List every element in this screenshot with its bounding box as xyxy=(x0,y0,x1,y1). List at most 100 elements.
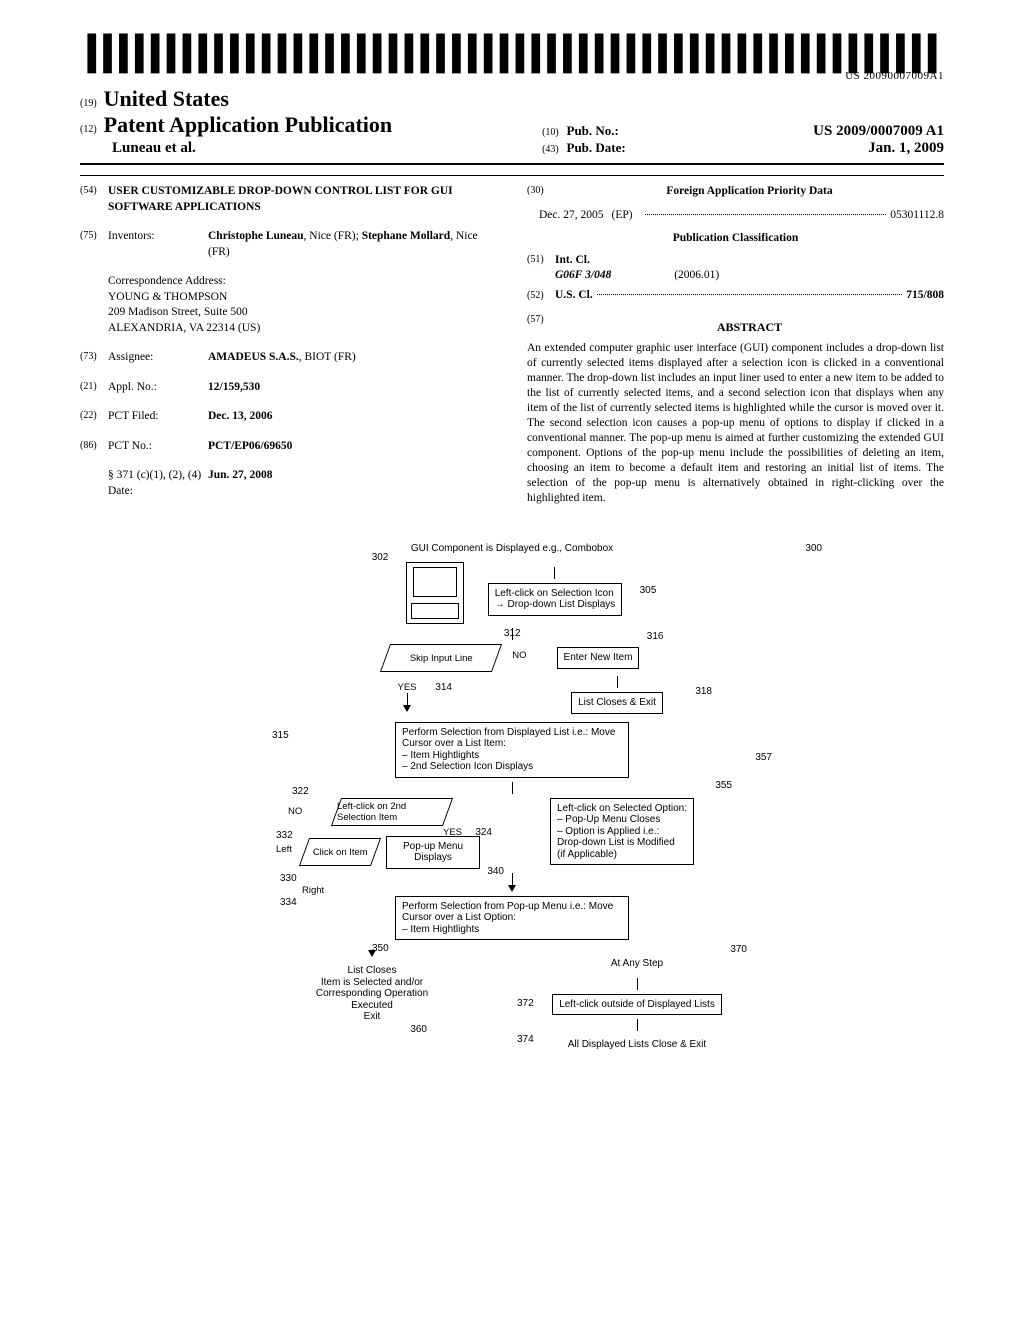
ref-314: 314 xyxy=(435,682,452,693)
intcl-code: G06F 3/048 xyxy=(555,269,611,281)
box-305: Left-click on Selection Icon → Drop-down… xyxy=(488,583,623,616)
applno-label: Appl. No.: xyxy=(108,380,208,396)
ref-322: 322 xyxy=(292,786,309,797)
inid-75: (75) xyxy=(80,229,108,260)
box-318: List Closes & Exit xyxy=(571,692,663,714)
box-355: Left-click on Selected Option: – Pop-Up … xyxy=(550,798,694,866)
pctno-value: PCT/EP06/69650 xyxy=(208,439,497,455)
inid-51: (51) xyxy=(527,253,555,284)
biblio-columns: (54) USER CUSTOMIZABLE DROP-DOWN CONTROL… xyxy=(80,184,944,513)
correspondence-city: ALEXANDRIA, VA 22314 (US) xyxy=(108,321,497,337)
uscl-value: 715/808 xyxy=(906,288,944,304)
inid-73: (73) xyxy=(80,350,108,366)
inid-22: (22) xyxy=(80,409,108,425)
ref-316: 316 xyxy=(647,631,664,642)
box-316: Enter New Item xyxy=(557,647,640,669)
ref-355: 355 xyxy=(715,780,732,791)
pub-date-label: Pub. Date: xyxy=(567,140,626,155)
dotted-leader xyxy=(597,294,903,295)
computer-icon xyxy=(406,562,464,624)
pub-no: US 2009/0007009 A1 xyxy=(813,123,944,140)
left-label: Left xyxy=(276,844,292,855)
decision-322: Left-click on 2nd Selection Item xyxy=(331,798,453,826)
foreign-priority-heading: Foreign Application Priority Data xyxy=(555,184,944,200)
authors-line: Luneau et al. xyxy=(112,140,522,157)
inid-12: (12) xyxy=(80,124,97,135)
header: (19) United States (12) Patent Applicati… xyxy=(80,86,944,157)
priority-country: (EP) xyxy=(612,208,633,224)
pub-date: Jan. 1, 2009 xyxy=(868,140,944,157)
uscl-label: U.S. Cl. xyxy=(555,288,593,304)
pub-no-label: Pub. No.: xyxy=(567,123,619,138)
intcl-year: (2006.01) xyxy=(674,269,719,281)
priority-date: Dec. 27, 2005 xyxy=(539,208,604,224)
correspondence-label: Correspondence Address: xyxy=(108,274,497,290)
abstract-body: An extended computer graphic user interf… xyxy=(527,341,944,505)
correspondence-name: YOUNG & THOMPSON xyxy=(108,290,497,306)
right-column: (30) Foreign Application Priority Data D… xyxy=(527,184,944,513)
left-column: (54) USER CUSTOMIZABLE DROP-DOWN CONTROL… xyxy=(80,184,497,513)
inid-52: (52) xyxy=(527,289,555,303)
divider-thin xyxy=(80,175,944,176)
country: United States xyxy=(104,86,229,111)
yes-label: YES xyxy=(397,682,416,693)
box-374: All Displayed Lists Close & Exit xyxy=(562,1035,712,1055)
inid-86: (86) xyxy=(80,439,108,455)
priority-appno: 05301112.8 xyxy=(890,208,944,224)
ref-370: 370 xyxy=(730,944,747,955)
ref-300: 300 xyxy=(805,543,822,554)
ref-312: 312 xyxy=(504,628,521,639)
dotted-leader xyxy=(645,214,887,215)
inid-57: (57) xyxy=(527,313,555,341)
decision-330: Click on Item xyxy=(299,838,381,866)
inid-21: (21) xyxy=(80,380,108,396)
box-372: Left-click outside of Displayed Lists xyxy=(552,994,722,1016)
box-370: At Any Step xyxy=(605,954,669,974)
inid-19: (19) xyxy=(80,98,97,109)
ref-330: 330 xyxy=(280,873,297,884)
inid-10: (10) xyxy=(542,127,559,138)
correspondence-street: 209 Madison Street, Suite 500 xyxy=(108,305,497,321)
pctfiled-value: Dec. 13, 2006 xyxy=(208,409,497,425)
no-label-2: NO xyxy=(288,806,302,817)
s371-label: § 371 (c)(1), (2), (4) Date: xyxy=(108,468,208,499)
inventors-label: Inventors: xyxy=(108,229,208,260)
ref-360: 360 xyxy=(410,1024,427,1035)
ref-302: 302 xyxy=(372,552,389,563)
publication-type: Patent Application Publication xyxy=(104,112,392,137)
box-315: Perform Selection from Displayed List i.… xyxy=(395,722,629,778)
ref-357: 357 xyxy=(755,752,772,763)
abstract-heading: ABSTRACT xyxy=(555,319,944,335)
box-360: List Closes Item is Selected and/or Corr… xyxy=(310,961,434,1027)
ref-315: 315 xyxy=(272,730,289,741)
invention-title: USER CUSTOMIZABLE DROP-DOWN CONTROL LIST… xyxy=(108,184,497,215)
inid-54: (54) xyxy=(80,184,108,215)
s371-value: Jun. 27, 2008 xyxy=(208,468,497,499)
inventors-value: Christophe Luneau, Nice (FR); Stephane M… xyxy=(208,229,497,260)
flowchart: GUI Component is Displayed e.g., Combobo… xyxy=(212,543,812,1059)
right-label: Right xyxy=(302,885,324,896)
inid-30: (30) xyxy=(527,184,555,200)
decision-312: Skip Input Line xyxy=(379,644,501,672)
classification-heading: Publication Classification xyxy=(527,231,944,247)
assignee-label: Assignee: xyxy=(108,350,208,366)
box-350: Perform Selection from Pop-up Menu i.e.:… xyxy=(395,896,629,941)
ref-305: 305 xyxy=(640,585,657,596)
ref-372: 372 xyxy=(517,998,534,1009)
applno-value: 12/159,530 xyxy=(208,380,497,396)
pctfiled-label: PCT Filed: xyxy=(108,409,208,425)
no-label: NO xyxy=(512,650,526,661)
inid-43: (43) xyxy=(542,144,559,155)
divider xyxy=(80,163,944,165)
pctno-label: PCT No.: xyxy=(108,439,208,455)
barcode-area: ▌▌▌▌▌▌▌▌▌▌▌▌▌▌▌▌▌▌▌▌▌▌▌▌▌▌▌▌▌▌▌▌▌▌▌▌▌▌▌▌… xyxy=(80,40,944,82)
ref-374: 374 xyxy=(517,1034,534,1045)
flowchart-title: GUI Component is Displayed e.g., Combobo… xyxy=(212,543,812,554)
ref-318: 318 xyxy=(695,686,712,697)
ref-340: 340 xyxy=(487,866,504,877)
box-340: Pop-up Menu Displays xyxy=(386,836,480,869)
assignee-value: AMADEUS S.A.S. xyxy=(208,351,299,363)
barcode-icon: ▌▌▌▌▌▌▌▌▌▌▌▌▌▌▌▌▌▌▌▌▌▌▌▌▌▌▌▌▌▌▌▌▌▌▌▌▌▌▌▌… xyxy=(88,37,944,71)
ref-332: 332 xyxy=(276,830,293,841)
intcl-label: Int. Cl. xyxy=(555,253,944,269)
